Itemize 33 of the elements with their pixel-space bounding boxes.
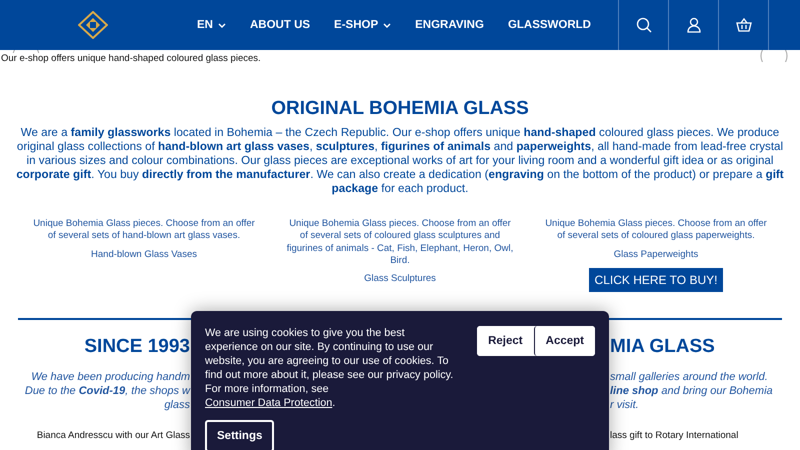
history-text: Due to the Covid-19, the shops w [24,384,190,398]
photo-caption: lass gift to Rotary International [610,430,738,441]
nav-link[interactable]: EN [185,19,238,31]
section-title: SINCE 1993 [84,336,190,358]
tagline: Our e-shop offers unique hand-shaped coloured glass pieces. [0,53,261,64]
history-text: glass [164,398,190,412]
intro-paragraph: We are a family glassworks located in Bohemia – the Czech Republic. Our e-shop offers unique hand-shaped coloured glass pieces. We produce original glass collections of hand-blown art glass vases, sculptures, figurines of animals and paperweights, all hand-made from lead-free crystal in various sizes and colour combinations. Our glass pieces are exceptional works of art for your living room and a wonderful gift idea or as original corporate gift. You buy directly from the manufacturer. We can also create a dedication (engraving on the bottom of the product) or prepare a gift package for each product. [15,126,785,196]
category-link[interactable]: Hand-blown Glass Vases [91,248,197,260]
user-icon [686,17,702,33]
settings-button[interactable]: Settings [205,420,274,450]
photo-caption: Bianca Andresscu with our Art Glass [36,430,190,441]
category-link[interactable]: Glass Sculptures [364,273,436,284]
category-description: Unique Bohemia Glass pieces. Choose from an offer of several sets of coloured glass paperweights. [544,218,768,243]
buy-button[interactable]: CLICK HERE TO BUY! [588,268,724,292]
logo-icon[interactable] [78,11,108,39]
category-link[interactable]: Glass Paperweights [614,248,698,260]
cookie-text: We are using cookies to give you the best experience on our site. By continuing to use our website, you are agreeing to our use of cookies. To find out more about it, please see our privacy policy. For more information, see Consumer Data Protection. [205,326,454,410]
history-text: r visit. [610,398,639,412]
history-text: line shop and bring our Bohemia [610,384,773,398]
consumer-protection-link[interactable]: Consumer Data Protection [205,397,332,409]
nav-link[interactable]: GLASSWORLD [496,19,603,31]
accept-button[interactable]: Accept [534,326,595,356]
section-title: MIA GLASS [610,336,715,358]
section-title: ORIGINAL BOHEMIA GLASS [270,98,530,120]
search-icon [636,17,652,33]
history-text: We have been producing handm [31,370,190,384]
category-description: Unique Bohemia Glass pieces. Choose from an offer of several sets of coloured glass sculptures and figurines of animals - Cat, Fish, Elephant, Heron, Owl, Bird. [286,218,514,268]
nav-link[interactable]: E-SHOP [322,19,404,31]
nav-link[interactable]: ABOUT US [238,19,322,31]
history-text: small galleries around the world. [610,370,768,384]
basket-icon [736,17,752,33]
category-description: Unique Bohemia Glass pieces. Choose from an offer of several sets of hand-blown art glass vases. [32,218,256,243]
nav-link[interactable]: ENGRAVING [403,19,496,31]
